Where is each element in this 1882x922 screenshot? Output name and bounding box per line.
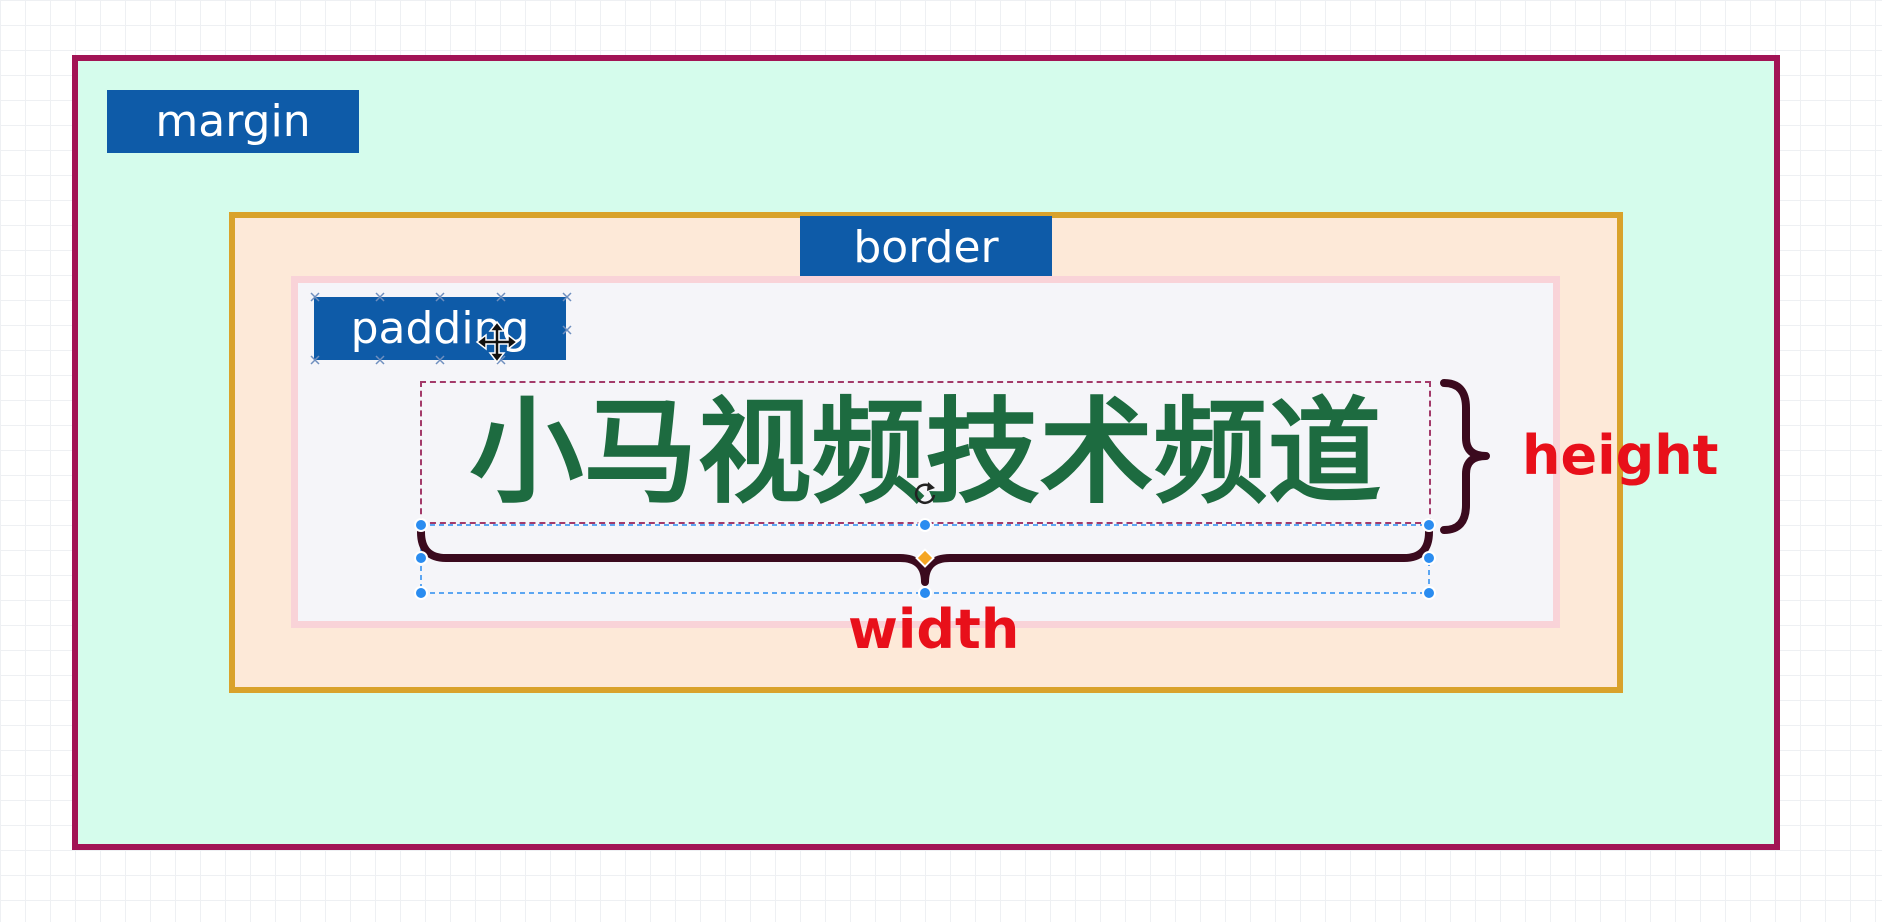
height-brace [1440,379,1490,534]
selection-handle[interactable] [414,518,428,532]
selection-handle[interactable] [1422,551,1436,565]
selection-handle[interactable] [414,551,428,565]
diagram-overlay [310,292,1490,600]
rotate-handle-icon[interactable] [914,482,936,504]
selection-handle[interactable] [414,586,428,600]
selection-handle[interactable] [918,586,932,600]
selection-handle[interactable] [1422,586,1436,600]
selection-handle[interactable] [918,518,932,532]
padding-tag-selection-markers [310,292,572,365]
selection-handle[interactable] [1422,518,1436,532]
move-cursor-icon [475,320,519,364]
